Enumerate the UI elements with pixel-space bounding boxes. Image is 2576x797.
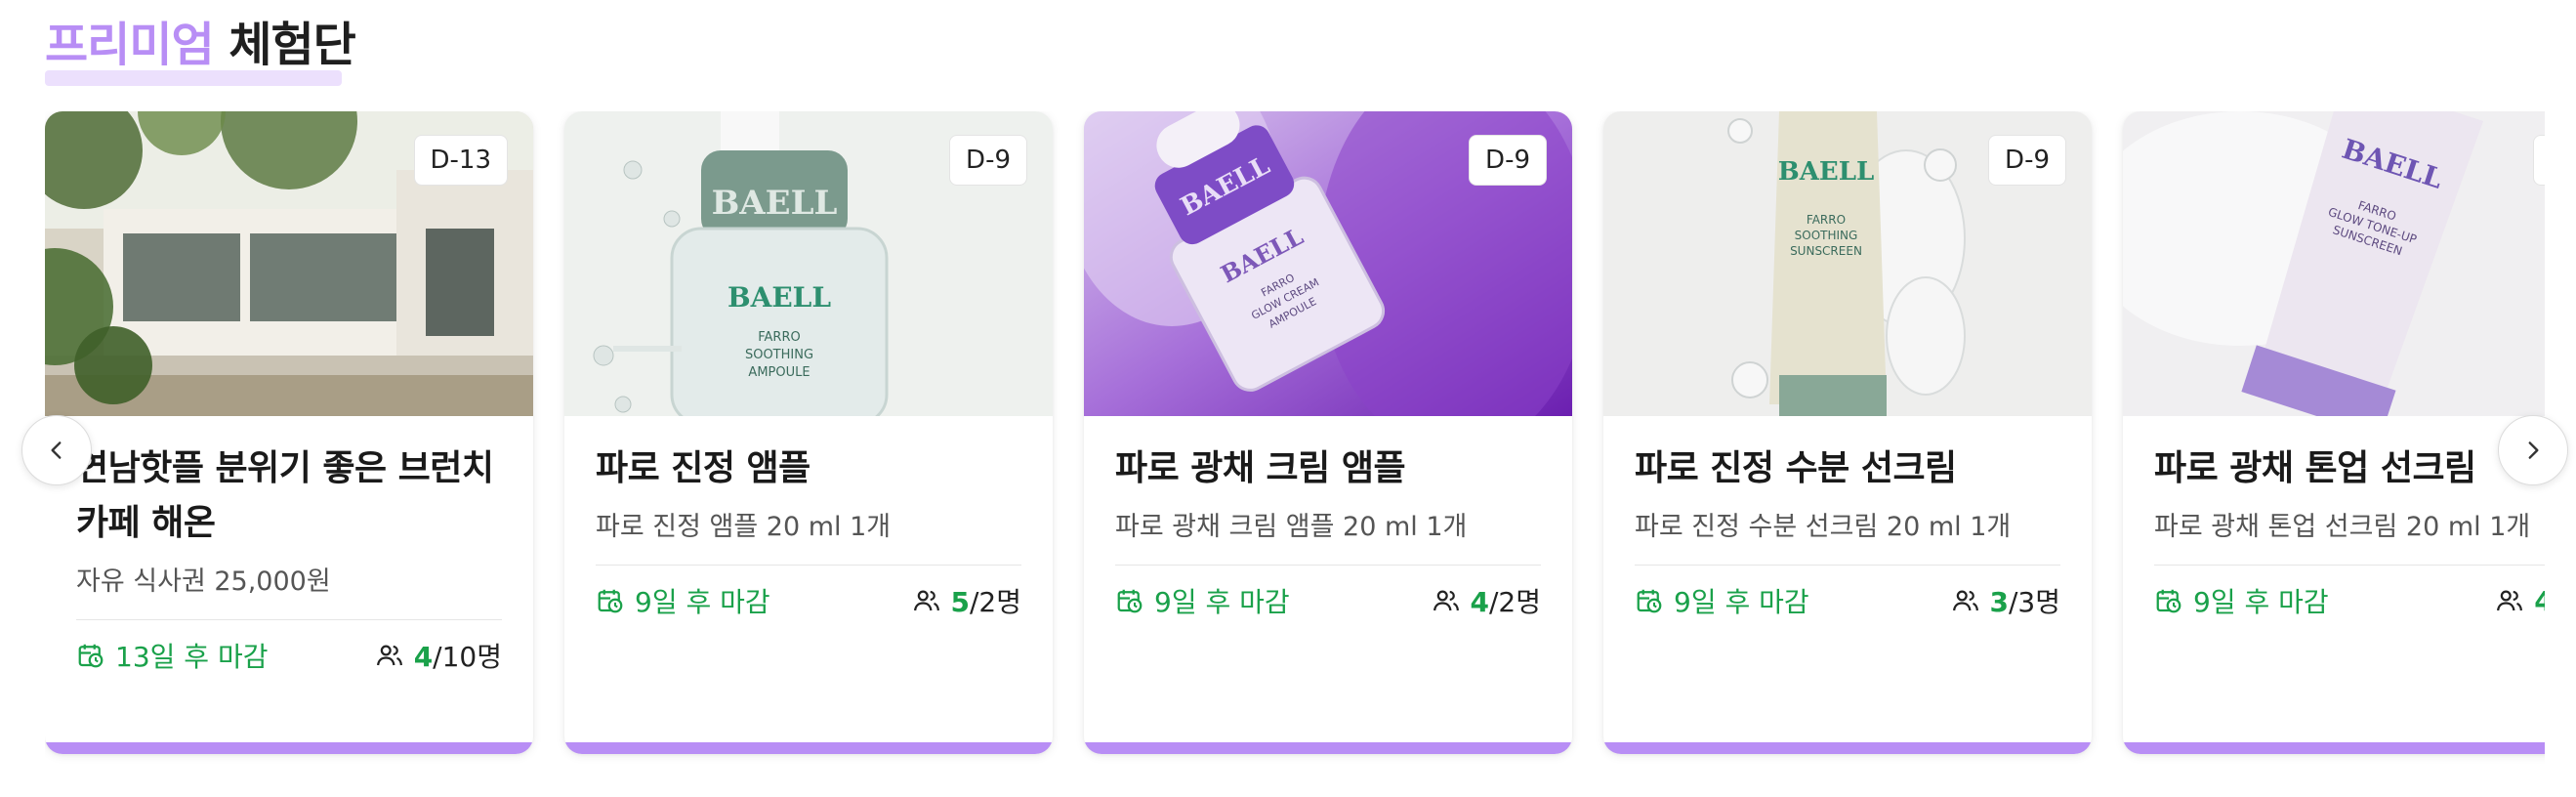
users-icon [1433, 590, 1459, 611]
dday-badge: D-13 [413, 135, 508, 186]
deadline-text: 9일 후 마감 [635, 586, 770, 618]
svg-text:BAELL: BAELL [712, 184, 838, 223]
deadline: 9일 후 마감 [596, 581, 770, 620]
carousel-prev-button[interactable] [21, 415, 92, 485]
experience-card[interactable]: D-13 연남핫플 분위기 좋은 브런치카페 해온 자유 식사권 25,000원… [45, 111, 533, 754]
deadline-text: 9일 후 마감 [1674, 586, 1809, 618]
card-title: 파로 진정 수분 선크림 [1635, 448, 1957, 488]
calendar-clock-icon [1117, 589, 1143, 613]
card-body: 파로 광채 크림 앰플 파로 광채 크림 앰플 20 ml 1개 9일 후 마감… [1115, 441, 1541, 620]
card-accent-bar [1084, 742, 1572, 754]
current-count: 3 [1989, 586, 2009, 618]
card-body: 연남핫플 분위기 좋은 브런치카페 해온 자유 식사권 25,000원 13일 … [76, 441, 502, 675]
card-divider [1635, 565, 2060, 566]
card-subtitle: 파로 광채 톤업 선크림 20 ml 1개 [2154, 512, 2531, 542]
users-icon [2497, 590, 2523, 611]
capacity: /10명 [433, 641, 502, 673]
card-track: D-13 연남핫플 분위기 좋은 브런치카페 해온 자유 식사권 25,000원… [45, 111, 2545, 776]
card-accent-bar [45, 742, 533, 754]
applicant-count: 3/3명 [1951, 581, 2060, 620]
dday-badge: D-9 [949, 135, 1027, 186]
card-body: 파로 진정 수분 선크림 파로 진정 수분 선크림 20 ml 1개 9일 후 … [1635, 441, 2060, 620]
svg-text:BAELL: BAELL [1778, 157, 1875, 187]
card-title: 연남핫플 분위기 좋은 브런치카페 해온 [76, 448, 494, 543]
calendar-clock-icon [78, 644, 104, 668]
users-icon [1952, 590, 1978, 611]
svg-text:FARRO: FARRO [758, 330, 800, 345]
cafe-storefront-photo: D-13 [45, 111, 533, 416]
section-title-accent: 프리미엄 [45, 18, 215, 72]
card-meta: 9일 후 마감 5/2명 [596, 581, 1021, 620]
card-meta: 9일 후 마감 4/3 [2154, 581, 2545, 620]
experience-card[interactable]: BAELL FARRO GLOW TONE-UP SUNSCREEN D 파로 … [2123, 111, 2545, 754]
deadline-text: 9일 후 마감 [2193, 586, 2329, 618]
card-subtitle: 자유 식사권 25,000원 [76, 566, 331, 597]
svg-text:BAELL: BAELL [727, 281, 831, 314]
card-title: 파로 광채 톤업 선크림 [2154, 448, 2476, 488]
card-accent-bar [564, 742, 1053, 754]
svg-text:SUNSCREEN: SUNSCREEN [1790, 244, 1862, 258]
carousel-next-button[interactable] [2498, 415, 2568, 485]
deadline: 9일 후 마감 [1635, 581, 1809, 620]
capacity: /3명 [2008, 586, 2060, 618]
premium-experience-section: 프리미엄 체험단 D-13 연남핫플 분위기 좋은 브런치카페 해온 자유 식사… [0, 0, 2576, 797]
deadline: 9일 후 마감 [1115, 581, 1290, 620]
card-meta: 9일 후 마감 4/2명 [1115, 581, 1541, 620]
ampoule-bottle-photo: BAELL BAELL FARRO SOOTHING AMPOULE D-9 [564, 111, 1053, 416]
deadline: 9일 후 마감 [2154, 581, 2329, 620]
card-title: 파로 광채 크림 앰플 [1115, 448, 1406, 488]
current-count: 5 [950, 586, 970, 618]
card-subtitle: 파로 진정 수분 선크림 20 ml 1개 [1635, 512, 2012, 542]
sunscreen-tube-photo: BAELL FARRO SOOTHING SUNSCREEN D-9 [1603, 111, 2092, 416]
card-meta: 9일 후 마감 3/3명 [1635, 581, 2060, 620]
svg-text:SOOTHING: SOOTHING [1795, 229, 1858, 242]
dday-badge: D-9 [1469, 135, 1547, 186]
card-subtitle: 파로 광채 크림 앰플 20 ml 1개 [1115, 512, 1468, 542]
card-title: 파로 진정 앰플 [596, 448, 810, 488]
applicant-count: 4/10명 [375, 636, 502, 675]
experience-card[interactable]: BAELL FARRO SOOTHING SUNSCREEN D-9 파로 진정… [1603, 111, 2092, 754]
card-accent-bar [2123, 742, 2545, 754]
card-carousel[interactable]: D-13 연남핫플 분위기 좋은 브런치카페 해온 자유 식사권 25,000원… [45, 111, 2545, 776]
chevron-right-icon [2528, 441, 2539, 459]
capacity: /2명 [1488, 586, 1541, 618]
dday-badge: D [2532, 135, 2545, 186]
card-body: 파로 진정 앰플 파로 진정 앰플 20 ml 1개 9일 후 마감 5/2명 [596, 441, 1021, 620]
experience-card[interactable]: BAELL BAELL FARRO GLOW CREAM AMPOULE D-9… [1084, 111, 1572, 754]
dday-badge: D-9 [1988, 135, 2066, 186]
card-subtitle: 파로 진정 앰플 20 ml 1개 [596, 512, 892, 542]
applicant-count: 4/3 [2495, 585, 2545, 617]
chevron-left-icon [51, 441, 62, 459]
svg-text:FARRO: FARRO [1807, 213, 1846, 227]
deadline: 13일 후 마감 [76, 636, 268, 675]
tone-up-tube-photo: BAELL FARRO GLOW TONE-UP SUNSCREEN D [2123, 111, 2545, 416]
svg-text:AMPOULE: AMPOULE [748, 365, 810, 380]
current-count: 4 [413, 641, 434, 673]
svg-text:SOOTHING: SOOTHING [745, 348, 813, 362]
applicant-count: 4/2명 [1432, 581, 1541, 620]
card-meta: 13일 후 마감 4/10명 [76, 636, 502, 675]
current-count: 4 [2534, 584, 2545, 617]
card-accent-bar [1603, 742, 2092, 754]
deadline-text: 13일 후 마감 [115, 641, 269, 673]
calendar-clock-icon [1637, 589, 1662, 613]
card-divider [596, 565, 1021, 566]
capacity: /2명 [969, 586, 1021, 618]
section-title: 프리미엄 체험단 [45, 14, 356, 76]
card-divider [76, 619, 502, 620]
users-icon [376, 645, 402, 666]
card-divider [1115, 565, 1541, 566]
applicant-count: 5/2명 [912, 581, 1021, 620]
current-count: 4 [1470, 586, 1489, 618]
experience-card[interactable]: BAELL BAELL FARRO SOOTHING AMPOULE D-9 파… [564, 111, 1053, 754]
card-divider [2154, 565, 2545, 566]
users-icon [913, 590, 939, 611]
section-title-rest: 체험단 [229, 18, 355, 72]
deadline-text: 9일 후 마감 [1154, 586, 1290, 618]
purple-ampoule-photo: BAELL BAELL FARRO GLOW CREAM AMPOULE D-9 [1084, 111, 1572, 416]
calendar-clock-icon [598, 589, 623, 613]
card-body: 파로 광채 톤업 선크림 파로 광채 톤업 선크림 20 ml 1개 9일 후 … [2154, 441, 2545, 620]
calendar-clock-icon [2156, 589, 2181, 613]
section-header: 프리미엄 체험단 [45, 14, 356, 86]
